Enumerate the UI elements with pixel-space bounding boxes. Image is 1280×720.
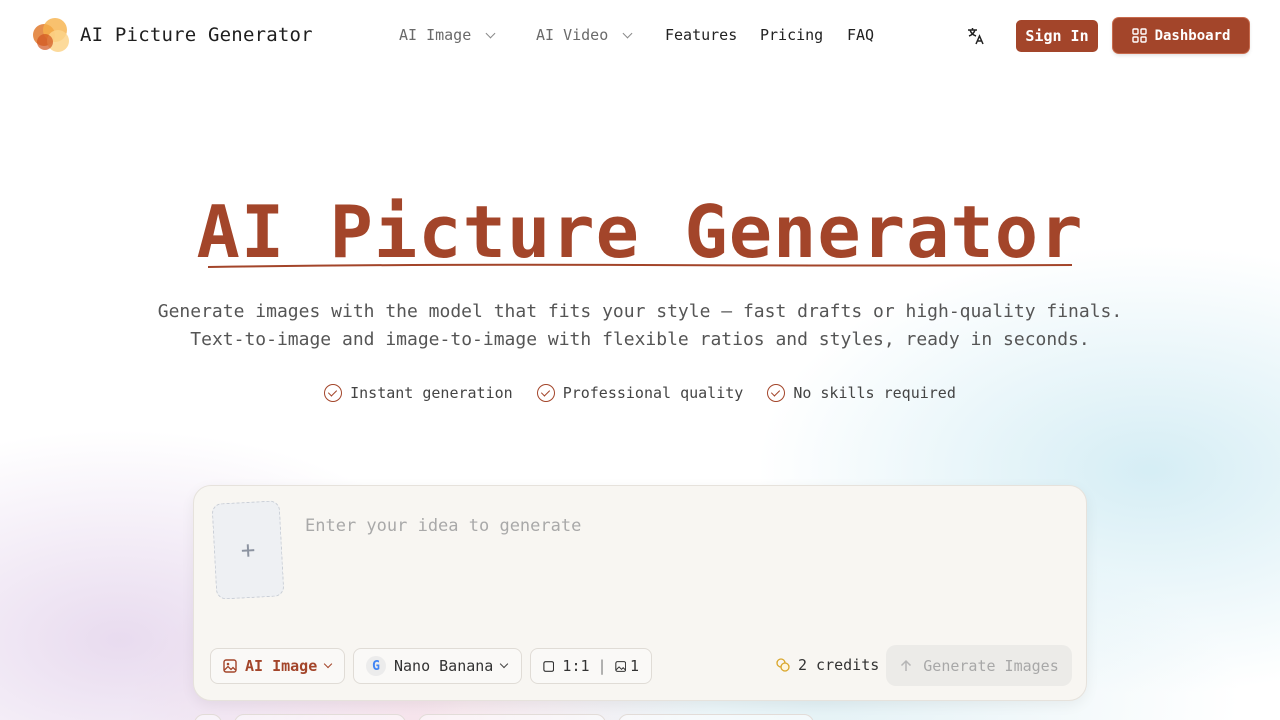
model-select[interactable]: G Nano Banana: [353, 648, 522, 684]
image-icon: [223, 659, 237, 673]
arrow-up-icon: [901, 659, 912, 671]
nav-pricing[interactable]: Pricing: [760, 26, 823, 44]
nav-ai-video-label: AI Video: [536, 26, 609, 44]
partial-chip[interactable]: [418, 714, 606, 720]
partial-chip[interactable]: [234, 714, 406, 720]
coins-icon: [776, 658, 790, 672]
credits-label: 2 credits: [798, 656, 880, 674]
chevron-down-icon: [500, 659, 509, 669]
dashboard-button[interactable]: Dashboard: [1113, 18, 1249, 53]
feature-item: No skills required: [767, 384, 956, 402]
check-circle-icon: [767, 384, 786, 402]
image-count-icon: [614, 660, 626, 672]
generator-card: + AI Image G Nano Banana 1:1 | 1 2: [193, 485, 1087, 701]
nav-features-label: Features: [665, 26, 738, 44]
mode-label: AI Image: [245, 657, 318, 675]
separator: |: [597, 657, 607, 675]
nav-pricing-label: Pricing: [760, 26, 824, 44]
translate-icon[interactable]: [966, 26, 986, 46]
brand-name[interactable]: AI Picture Generator: [80, 24, 313, 46]
model-label: Nano Banana: [394, 657, 494, 675]
hero-subtitle-line-1: Generate images with the model that fits…: [157, 301, 1123, 322]
sign-in-button[interactable]: Sign In: [1016, 20, 1098, 52]
check-circle-icon: [324, 384, 343, 402]
nav-faq-label: FAQ: [847, 26, 875, 44]
title-underline: [208, 263, 1072, 268]
credits-display: 2 credits: [776, 656, 879, 674]
grid-icon: [1131, 28, 1147, 43]
nav-features[interactable]: Features: [665, 26, 737, 44]
feature-item: Instant generation: [324, 384, 513, 402]
nav-ai-video[interactable]: AI Video: [536, 26, 633, 44]
upload-image-button[interactable]: +: [211, 500, 285, 600]
nav-ai-image-label: AI Image: [399, 26, 472, 44]
hero-subtitle: Generate images with the model that fits…: [0, 298, 1280, 354]
partial-chip[interactable]: [194, 714, 222, 720]
chevron-down-icon: [622, 28, 633, 38]
chevron-down-icon: [324, 659, 333, 669]
check-circle-icon: [536, 384, 555, 402]
ratio-count-select[interactable]: 1:1 | 1: [530, 648, 652, 684]
plus-icon: +: [240, 535, 256, 565]
feature-list: Instant generation Professional quality …: [0, 384, 1280, 402]
ratio-label: 1:1: [562, 657, 590, 675]
count-label: 1: [629, 657, 639, 675]
prompt-input[interactable]: [305, 516, 1065, 536]
feature-label: No skills required: [793, 384, 956, 402]
google-icon: G: [366, 656, 386, 676]
feature-label: Instant generation: [350, 384, 513, 402]
feature-label: Professional quality: [562, 384, 744, 402]
feature-item: Professional quality: [536, 384, 744, 402]
hero-subtitle-line-2: Text-to-image and image-to-image with fl…: [190, 329, 1090, 350]
header: AI Picture Generator AI Image AI Video F…: [0, 0, 1280, 72]
logo-icon[interactable]: [33, 18, 69, 54]
mode-select[interactable]: AI Image: [210, 648, 345, 684]
chevron-down-icon: [485, 28, 496, 38]
dashboard-label: Dashboard: [1154, 27, 1231, 44]
nav-faq[interactable]: FAQ: [847, 26, 874, 44]
generate-label: Generate Images: [923, 656, 1059, 675]
generate-images-button[interactable]: Generate Images: [886, 645, 1072, 686]
nav-ai-image[interactable]: AI Image: [399, 26, 496, 44]
partial-chip[interactable]: [618, 714, 814, 720]
square-icon: [543, 660, 555, 672]
